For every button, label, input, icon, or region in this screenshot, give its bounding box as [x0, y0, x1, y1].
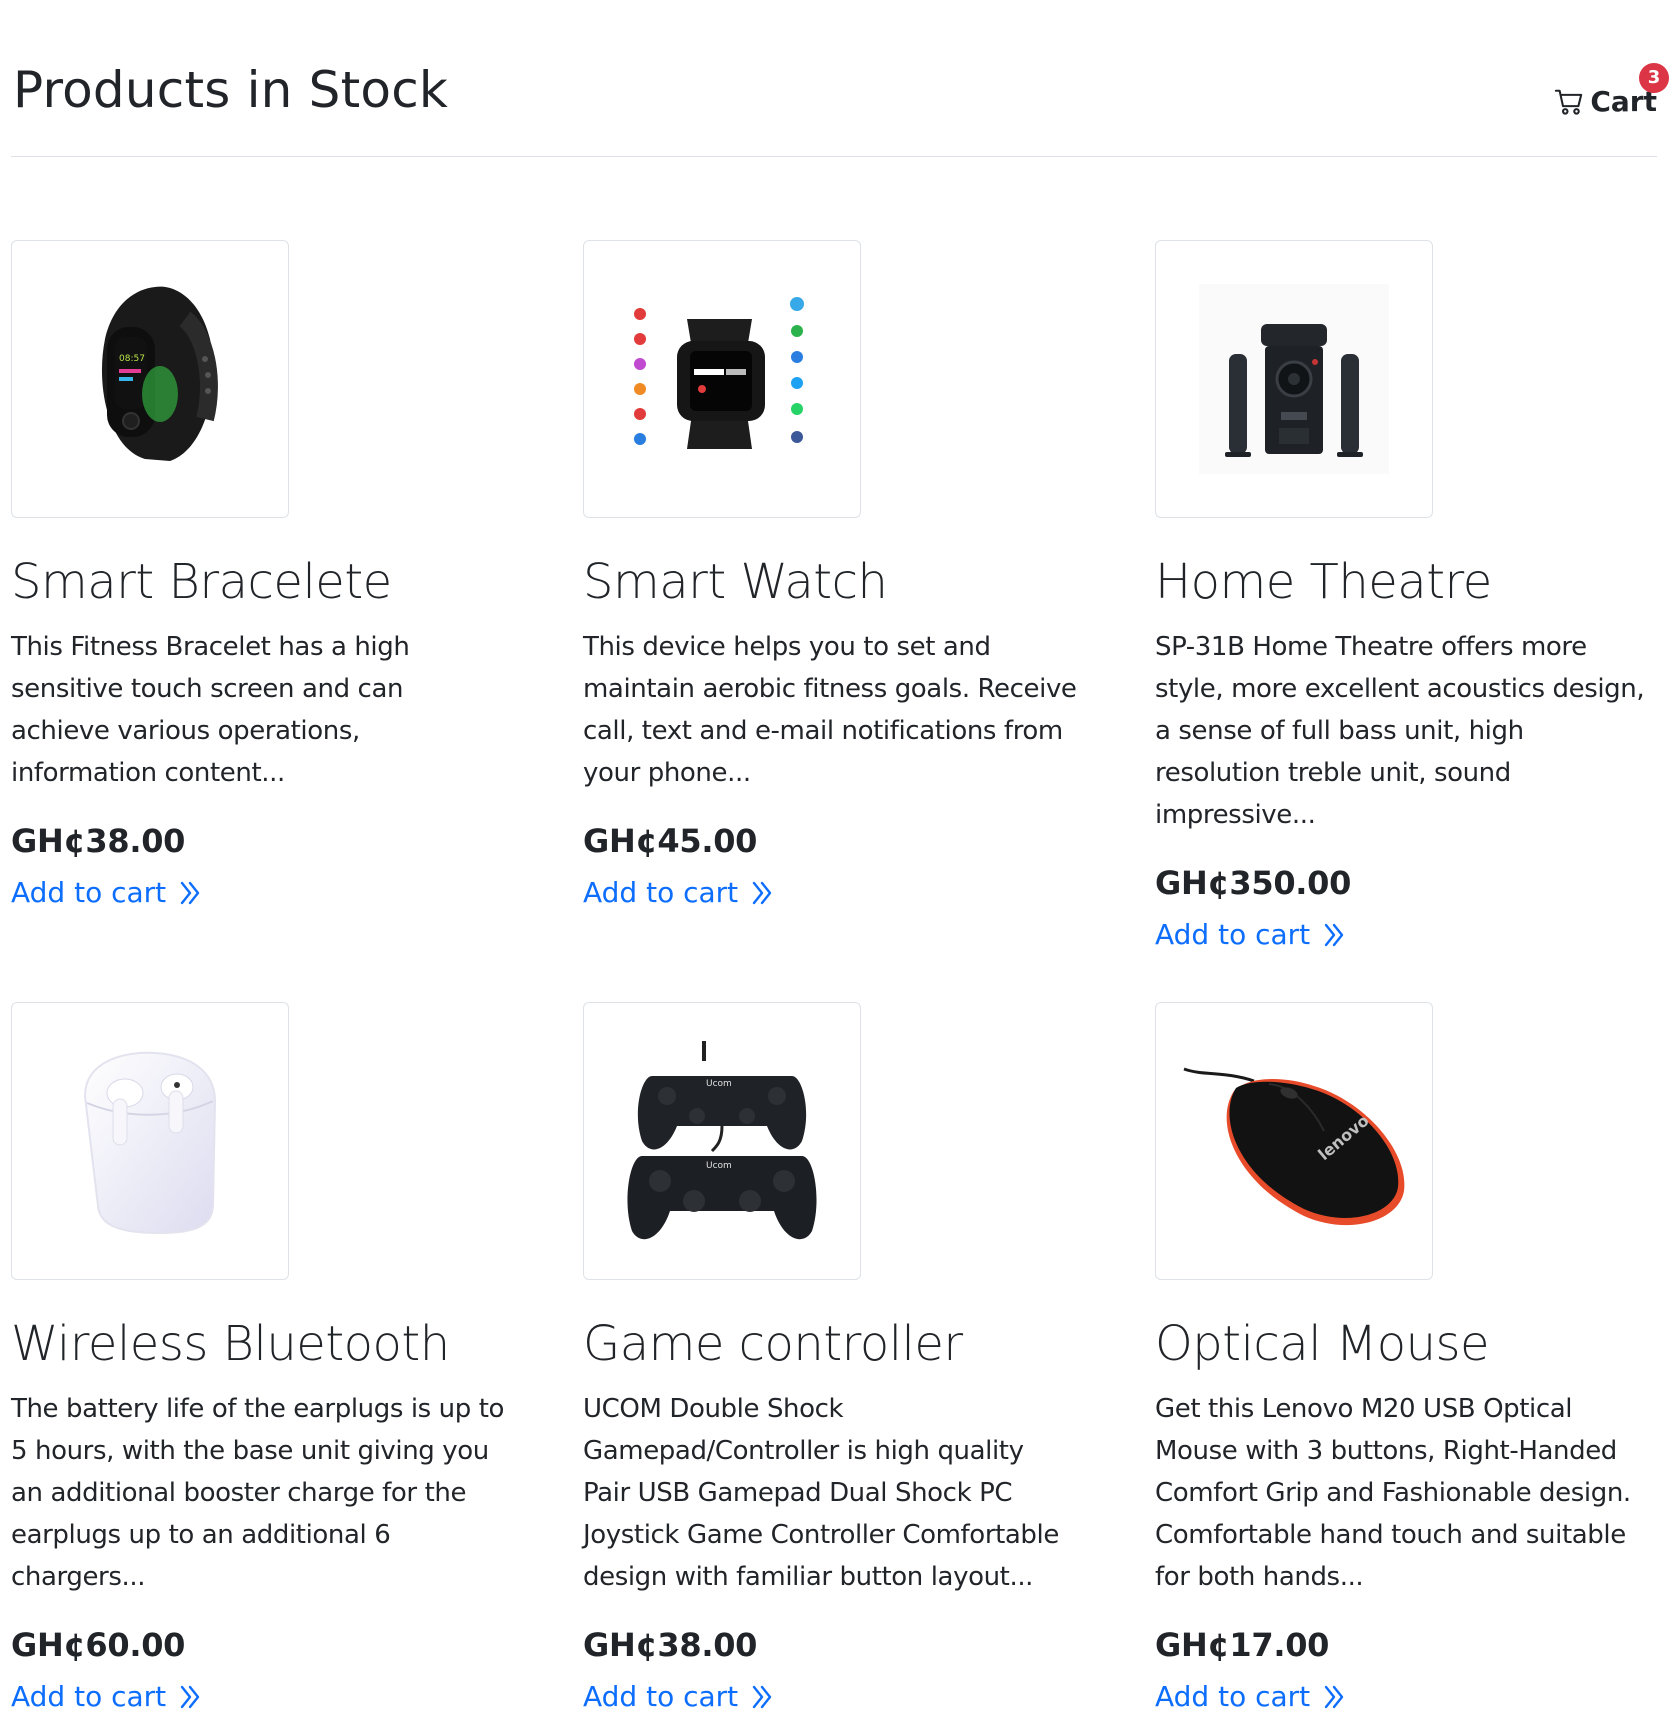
- add-to-cart-label: Add to cart: [583, 875, 739, 909]
- double-chevron-right-icon: [178, 880, 202, 906]
- cart-count-badge: 3: [1639, 63, 1669, 93]
- product-card: Wireless Bluetooth The battery life of t…: [11, 1002, 506, 1714]
- add-to-cart-label: Add to cart: [583, 1679, 739, 1713]
- page-title: Products in Stock: [13, 61, 449, 119]
- add-to-cart-link[interactable]: Add to cart: [583, 876, 774, 910]
- double-chevron-right-icon: [178, 1684, 202, 1710]
- product-image: lenovo: [1155, 1002, 1433, 1280]
- smart-watch-image: [634, 297, 804, 449]
- product-price: GH¢350.00: [1155, 863, 1352, 902]
- add-to-cart-link[interactable]: Add to cart: [1155, 1680, 1346, 1714]
- double-chevron-right-icon: [750, 880, 774, 906]
- product-description: This Fitness Bracelet has a high sensiti…: [11, 631, 410, 788]
- controller-brand-text: Ucom: [706, 1079, 732, 1089]
- product-description: This device helps you to set and maintai…: [583, 631, 1077, 788]
- product-price: GH¢45.00: [583, 821, 758, 860]
- double-chevron-right-icon: [1322, 1684, 1346, 1710]
- cart-label: Cart: [1590, 85, 1657, 118]
- product-description: The battery life of the earplugs is up t…: [11, 1393, 505, 1592]
- product-card: Ucom Ucom Game controller UCOM Double Sh…: [583, 1002, 1078, 1714]
- product-price: GH¢38.00: [11, 821, 186, 860]
- add-to-cart-label: Add to cart: [1155, 1679, 1311, 1713]
- add-to-cart-label: Add to cart: [1155, 917, 1311, 951]
- add-to-cart-link[interactable]: Add to cart: [11, 876, 202, 910]
- product-description: SP-31B Home Theatre offers more style, m…: [1155, 631, 1645, 830]
- product-name: Home Theatre: [1155, 554, 1492, 610]
- product-name: Wireless Bluetooth: [11, 1316, 450, 1372]
- product-image: [1155, 240, 1433, 518]
- game-controller-image: Ucom Ucom: [627, 1041, 817, 1240]
- product-name: Smart Bracelete: [11, 554, 392, 610]
- product-price: GH¢60.00: [11, 1625, 186, 1664]
- cart-icon: [1554, 87, 1584, 117]
- product-name: Game controller: [583, 1316, 963, 1372]
- add-to-cart-link[interactable]: Add to cart: [11, 1680, 202, 1714]
- product-price: GH¢17.00: [1155, 1625, 1330, 1664]
- page: Products in Stock Cart 3 08:57 Smart Bra…: [11, 0, 1669, 1713]
- earbuds-image: [83, 1051, 217, 1235]
- product-image: [11, 1002, 289, 1280]
- home-theatre-image: [1199, 284, 1389, 474]
- product-image: Ucom Ucom: [583, 1002, 861, 1280]
- product-description: UCOM Double Shock Gamepad/Controller is …: [583, 1393, 1059, 1592]
- add-to-cart-label: Add to cart: [11, 875, 167, 909]
- product-card: lenovo Optical Mouse Get this Lenovo M20…: [1155, 1002, 1650, 1714]
- product-description: Get this Lenovo M20 USB Optical Mouse wi…: [1155, 1393, 1631, 1592]
- controller-brand-text-2: Ucom: [706, 1161, 732, 1171]
- product-card: Home Theatre SP-31B Home Theatre offers …: [1155, 240, 1650, 952]
- product-name: Smart Watch: [583, 554, 888, 610]
- product-card: 08:57 Smart Bracelete This Fitness Brace…: [11, 240, 506, 910]
- product-image: 08:57: [11, 240, 289, 518]
- optical-mouse-image: lenovo: [1183, 1067, 1405, 1226]
- add-to-cart-label: Add to cart: [11, 1679, 167, 1713]
- bracelet-time-text: 08:57: [119, 354, 145, 364]
- cart-button[interactable]: Cart 3: [1554, 63, 1669, 118]
- product-name: Optical Mouse: [1155, 1316, 1490, 1372]
- add-to-cart-link[interactable]: Add to cart: [583, 1680, 774, 1714]
- add-to-cart-link[interactable]: Add to cart: [1155, 918, 1346, 952]
- product-image: [583, 240, 861, 518]
- product-price: GH¢38.00: [583, 1625, 758, 1664]
- fitness-bracelet-image: 08:57: [101, 286, 218, 461]
- double-chevron-right-icon: [750, 1684, 774, 1710]
- double-chevron-right-icon: [1322, 922, 1346, 948]
- page-header: Products in Stock Cart 3: [11, 0, 1669, 157]
- product-card: Smart Watch This device helps you to set…: [583, 240, 1078, 910]
